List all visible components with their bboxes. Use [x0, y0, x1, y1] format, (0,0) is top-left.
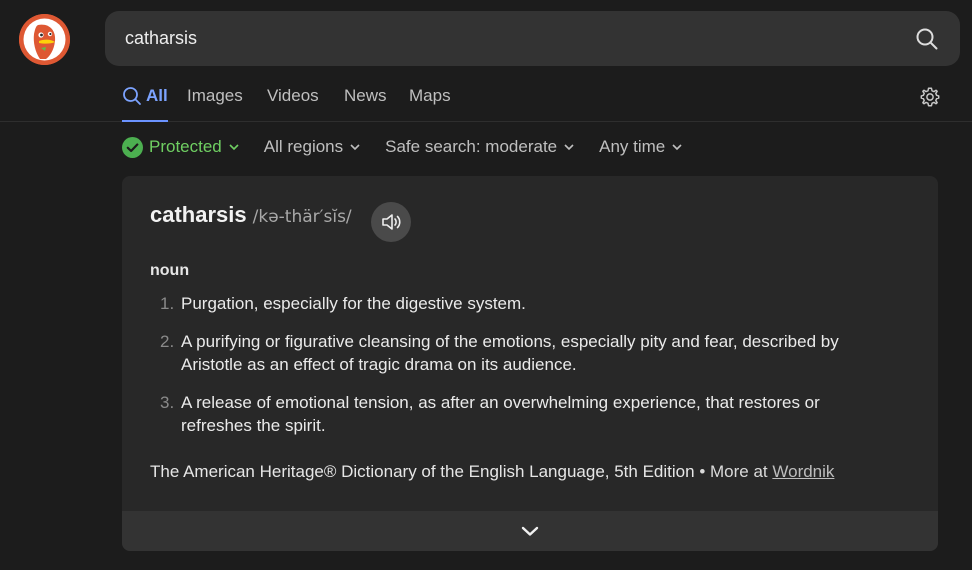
check-circle-icon: [122, 136, 143, 158]
search-icon: [123, 87, 141, 105]
duckduckgo-logo[interactable]: [19, 14, 70, 65]
expand-card-button[interactable]: [122, 511, 938, 551]
search-icon: [916, 28, 938, 49]
chevron-down-icon: [672, 144, 682, 151]
tab-label: Videos: [267, 86, 319, 105]
chevron-down-icon: [564, 144, 574, 151]
definition-source: The American Heritage® Dictionary of the…: [150, 462, 834, 482]
pronunciation-audio-button[interactable]: [371, 202, 411, 242]
protected-label: Protected: [149, 137, 222, 156]
wordnik-link[interactable]: Wordnik: [772, 462, 834, 481]
time-filter[interactable]: Any time: [599, 137, 683, 157]
tab-label: Maps: [409, 86, 451, 105]
page: All Images Videos News Maps Protected: [0, 0, 972, 570]
chevron-down-icon: [229, 144, 239, 151]
definition-number: 2.: [160, 332, 175, 351]
source-separator: •: [699, 462, 710, 481]
tab-videos[interactable]: Videos: [267, 86, 319, 122]
definition-number: 3.: [160, 393, 175, 412]
region-label: All regions: [263, 137, 344, 156]
tab-all[interactable]: All: [122, 86, 168, 122]
pronunciation: /kə-thär′sĭs/: [252, 207, 352, 227]
safe-search-label: Safe search: moderate: [385, 137, 558, 156]
search-filters: Protected All regions Safe search: moder…: [122, 133, 683, 161]
part-of-speech: noun: [150, 262, 190, 279]
tab-label: All: [146, 86, 168, 105]
definition-item: 1. Purgation, especially for the digesti…: [150, 292, 890, 315]
search-bar: [105, 11, 960, 66]
definition-number: 1.: [160, 294, 175, 313]
definition-item: 2. A purifying or figurative cleansing o…: [150, 330, 890, 376]
tab-label: Images: [187, 86, 243, 105]
tab-label: News: [344, 86, 387, 105]
tab-maps[interactable]: Maps: [409, 86, 451, 122]
duck-logo-icon: [19, 14, 70, 65]
protected-filter[interactable]: Protected: [122, 136, 240, 158]
search-tabs: All Images Videos News Maps: [0, 80, 972, 122]
search-input[interactable]: [125, 28, 914, 49]
definition-item: 3. A release of emotional tension, as af…: [150, 391, 890, 437]
search-button[interactable]: [914, 26, 940, 52]
definition-text: A purifying or figurative cleansing of t…: [181, 332, 839, 374]
definition-text: Purgation, especially for the digestive …: [181, 294, 526, 313]
definition-list: 1. Purgation, especially for the digesti…: [150, 292, 890, 452]
chevron-down-icon: [521, 526, 539, 536]
time-label: Any time: [599, 137, 666, 156]
tab-news[interactable]: News: [344, 86, 387, 122]
definition-word: catharsis: [150, 202, 247, 227]
speaker-icon: [382, 214, 401, 230]
more-at-label: More at: [710, 462, 768, 481]
chevron-down-icon: [350, 144, 360, 151]
gear-icon[interactable]: [919, 86, 941, 108]
safe-search-filter[interactable]: Safe search: moderate: [385, 137, 575, 157]
definition-header: catharsis /kə-thär′sĭs/: [150, 202, 352, 228]
region-filter[interactable]: All regions: [264, 137, 361, 157]
tab-images[interactable]: Images: [187, 86, 243, 122]
definition-card: catharsis /kə-thär′sĭs/ noun 1. Purgatio…: [122, 176, 938, 551]
source-name: The American Heritage® Dictionary of the…: [150, 462, 695, 481]
definition-text: A release of emotional tension, as after…: [181, 393, 820, 435]
